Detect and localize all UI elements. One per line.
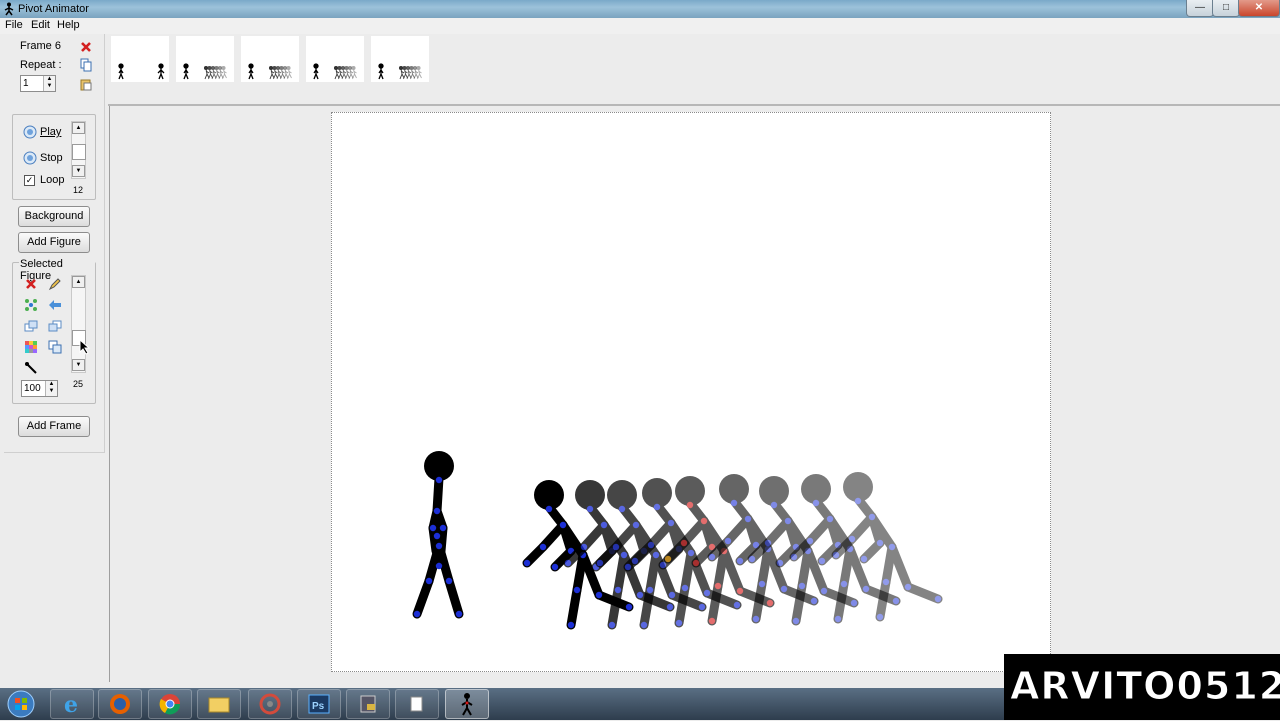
background-button[interactable]: Background	[18, 206, 90, 227]
selected-figure-group: Selected Figure ▲ ▼ 100 ▲ ▼ 25	[12, 258, 96, 404]
speed-thumb[interactable]	[72, 144, 86, 160]
speed-value: 12	[73, 185, 84, 195]
bring-front-icon[interactable]	[24, 319, 38, 333]
pivot-app-icon	[4, 2, 14, 16]
menu-bar: File Edit Help	[0, 18, 1280, 34]
loop-checkbox[interactable]: ✓	[24, 175, 35, 186]
frame-thumbnail[interactable]	[111, 36, 169, 82]
frame-thumbnail[interactable]	[176, 36, 234, 82]
size-value: 100	[24, 383, 41, 394]
firefox-icon[interactable]	[98, 689, 142, 719]
media-player-icon[interactable]	[248, 689, 292, 719]
send-back-icon[interactable]	[48, 319, 62, 333]
file-explorer-icon[interactable]	[197, 689, 241, 719]
photoshop-label: Ps	[312, 701, 325, 712]
pivot-animator-icon[interactable]	[445, 689, 489, 719]
stage-svg[interactable]	[332, 113, 1050, 671]
frames-timeline	[108, 34, 1280, 106]
speed-scrollbar[interactable]: ▲ ▼	[71, 121, 86, 179]
scroll-down-icon[interactable]: ▼	[72, 165, 85, 177]
color-figure-icon[interactable]	[24, 340, 38, 354]
close-window-button[interactable]: ✕	[1238, 0, 1280, 17]
chrome-icon[interactable]	[148, 689, 192, 719]
channel-watermark: ARVITO0512	[1004, 654, 1280, 720]
edit-figure-icon[interactable]	[48, 277, 62, 291]
frame-label: Frame 6	[20, 40, 61, 52]
center-figure-icon[interactable]	[24, 298, 38, 312]
playback-group: Play Stop ✓ Loop ▲ ▼ 12	[12, 114, 96, 200]
maximize-button[interactable]: □	[1212, 0, 1240, 17]
notepad-icon[interactable]	[395, 689, 439, 719]
repeat-label: Repeat :	[20, 59, 62, 71]
windows-start-icon[interactable]	[5, 689, 37, 719]
frame-thumbnail[interactable]	[371, 36, 429, 82]
stop-radio-icon[interactable]	[23, 151, 37, 165]
internet-explorer-icon[interactable]: e	[50, 689, 94, 719]
menu-edit[interactable]: Edit	[31, 19, 50, 31]
slider-value: 25	[73, 379, 84, 389]
tool-panel: Frame 6 Repeat : 1 ▲ ▼ Play Stop ✓ Loop ▲…	[4, 34, 105, 453]
photoshop-icon[interactable]: Ps	[297, 689, 341, 719]
frame-thumbnail[interactable]	[306, 36, 364, 82]
mouse-cursor-icon	[79, 339, 91, 355]
size-scrollbar[interactable]: ▲ ▼	[71, 275, 86, 373]
add-frame-button[interactable]: Add Frame	[18, 416, 90, 437]
scroll-down-icon[interactable]: ▼	[72, 359, 85, 371]
scroll-up-icon[interactable]: ▲	[72, 122, 85, 134]
menu-file[interactable]: File	[5, 19, 23, 31]
delete-figure-icon[interactable]	[24, 277, 38, 291]
delete-frame-icon[interactable]	[79, 40, 93, 54]
animation-canvas[interactable]	[331, 112, 1051, 672]
app-icon[interactable]	[346, 689, 390, 719]
loop-label[interactable]: Loop	[40, 174, 64, 186]
scroll-up-icon[interactable]: ▲	[72, 276, 85, 288]
add-figure-button[interactable]: Add Figure	[18, 232, 90, 253]
stepper-arrows-icon[interactable]: ▲ ▼	[45, 381, 57, 396]
paste-frame-icon[interactable]	[79, 77, 93, 91]
repeat-value: 1	[23, 78, 29, 89]
copy-frame-icon[interactable]	[79, 58, 93, 72]
minimize-button[interactable]: —	[1186, 0, 1214, 17]
play-label[interactable]: Play	[40, 126, 61, 138]
standing-stick-figure[interactable]	[412, 451, 464, 619]
duplicate-figure-icon[interactable]	[48, 340, 62, 354]
stepper-arrows-icon[interactable]: ▲ ▼	[43, 76, 55, 91]
play-radio-icon[interactable]	[23, 125, 37, 139]
menu-help[interactable]: Help	[57, 19, 80, 31]
size-stepper[interactable]: 100 ▲ ▼	[21, 380, 58, 397]
edit-joint-icon[interactable]	[24, 361, 38, 375]
title-bar: Pivot Animator — □ ✕	[0, 0, 1280, 18]
repeat-stepper[interactable]: 1 ▲ ▼	[20, 75, 56, 92]
watermark-text: ARVITO0512	[1009, 664, 1280, 709]
svg-text:e: e	[64, 692, 78, 718]
window-title: Pivot Animator	[18, 3, 89, 15]
stop-label[interactable]: Stop	[40, 152, 63, 164]
flip-figure-icon[interactable]	[48, 298, 62, 312]
frame-thumbnail[interactable]	[241, 36, 299, 82]
